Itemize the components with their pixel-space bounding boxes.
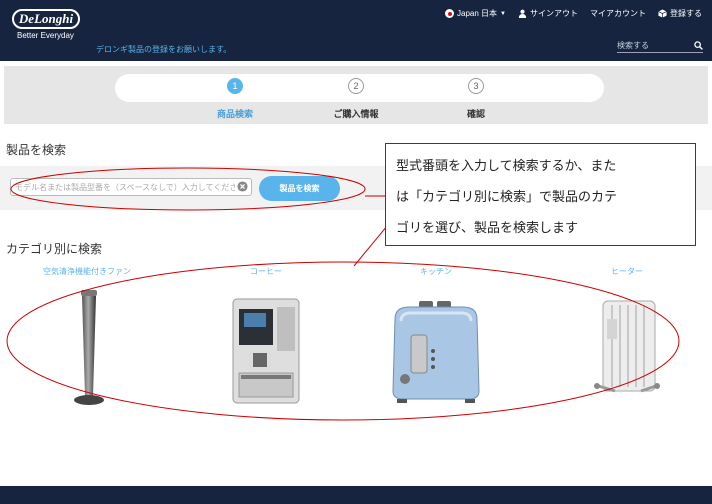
box-icon: [658, 9, 667, 18]
annotation-callout: 型式番頭を入力して検索するか、また は「カテゴリ別に検索」で製品のカテ ゴリを選…: [385, 143, 696, 246]
japan-flag-icon: [445, 9, 455, 18]
step-number: 3: [468, 78, 484, 94]
user-icon: [518, 9, 527, 18]
registration-steps: 1 商品検索 2 ご購入情報 3 確認: [4, 66, 708, 124]
delonghi-logo[interactable]: DeLonghi: [12, 9, 80, 29]
caret-down-icon: ▼: [500, 10, 506, 17]
oil-heater-icon: [594, 300, 660, 393]
category-label: コーヒー: [250, 267, 282, 276]
category-heater[interactable]: ヒーター: [542, 266, 712, 409]
callout-line: は「カテゴリ別に検索」で製品のカテ: [396, 190, 618, 205]
coffee-machine-icon: [232, 298, 300, 404]
product-search-button[interactable]: 製品を検索: [259, 176, 340, 201]
model-search-input[interactable]: [10, 178, 252, 196]
step-confirm: 3 確認: [431, 78, 521, 120]
step-label: ご購入情報: [333, 109, 379, 119]
register-label: 登録する: [670, 9, 702, 18]
category-fan[interactable]: 空気清浄機能付きファン: [2, 266, 172, 408]
region-label: Japan 日本: [457, 9, 498, 18]
my-account-link[interactable]: マイアカウント: [590, 8, 646, 19]
search-icon[interactable]: [694, 40, 703, 50]
register-link[interactable]: 登録する: [658, 8, 702, 19]
product-search-title: 製品を検索: [6, 143, 67, 157]
signout-link[interactable]: サインアウト: [518, 8, 578, 19]
site-search-input[interactable]: [617, 40, 683, 50]
category-label: 空気清浄機能付きファン: [43, 267, 131, 276]
site-header: DeLonghi Better Everyday デロンギ製品の登録をお願いしま…: [0, 0, 712, 61]
category-label: ヒーター: [611, 267, 643, 276]
category-kitchen[interactable]: キッチン: [351, 266, 521, 405]
brand-tagline: Better Everyday: [17, 31, 74, 40]
callout-line: ゴリを選び、製品を検索します: [396, 221, 579, 236]
site-search: [617, 38, 703, 53]
signout-label: サインアウト: [530, 9, 578, 18]
my-account-label: マイアカウント: [590, 9, 646, 18]
category-label: キッチン: [420, 267, 452, 276]
callout-line: 型式番頭を入力して検索するか、また: [396, 159, 617, 174]
step-purchase-info: 2 ご購入情報: [311, 78, 401, 120]
toaster-icon: [392, 301, 480, 403]
tower-fan-icon: [74, 290, 104, 405]
step-label: 商品検索: [216, 109, 253, 119]
category-search-title: カテゴリ別に検索: [6, 242, 103, 256]
region-selector[interactable]: Japan 日本 ▼: [445, 8, 506, 19]
top-navigation: Japan 日本 ▼ サインアウト マイアカウント 登録する: [445, 8, 702, 19]
clear-icon[interactable]: [237, 181, 248, 192]
category-coffee[interactable]: コーヒー: [181, 266, 351, 410]
step-label: 確認: [466, 109, 485, 119]
header-subtitle: デロンギ製品の登録をお願いします。: [96, 45, 232, 54]
step-product-search: 1 商品検索: [190, 78, 280, 120]
step-number: 2: [348, 78, 364, 94]
step-number: 1: [227, 78, 243, 94]
site-footer: [0, 486, 712, 504]
